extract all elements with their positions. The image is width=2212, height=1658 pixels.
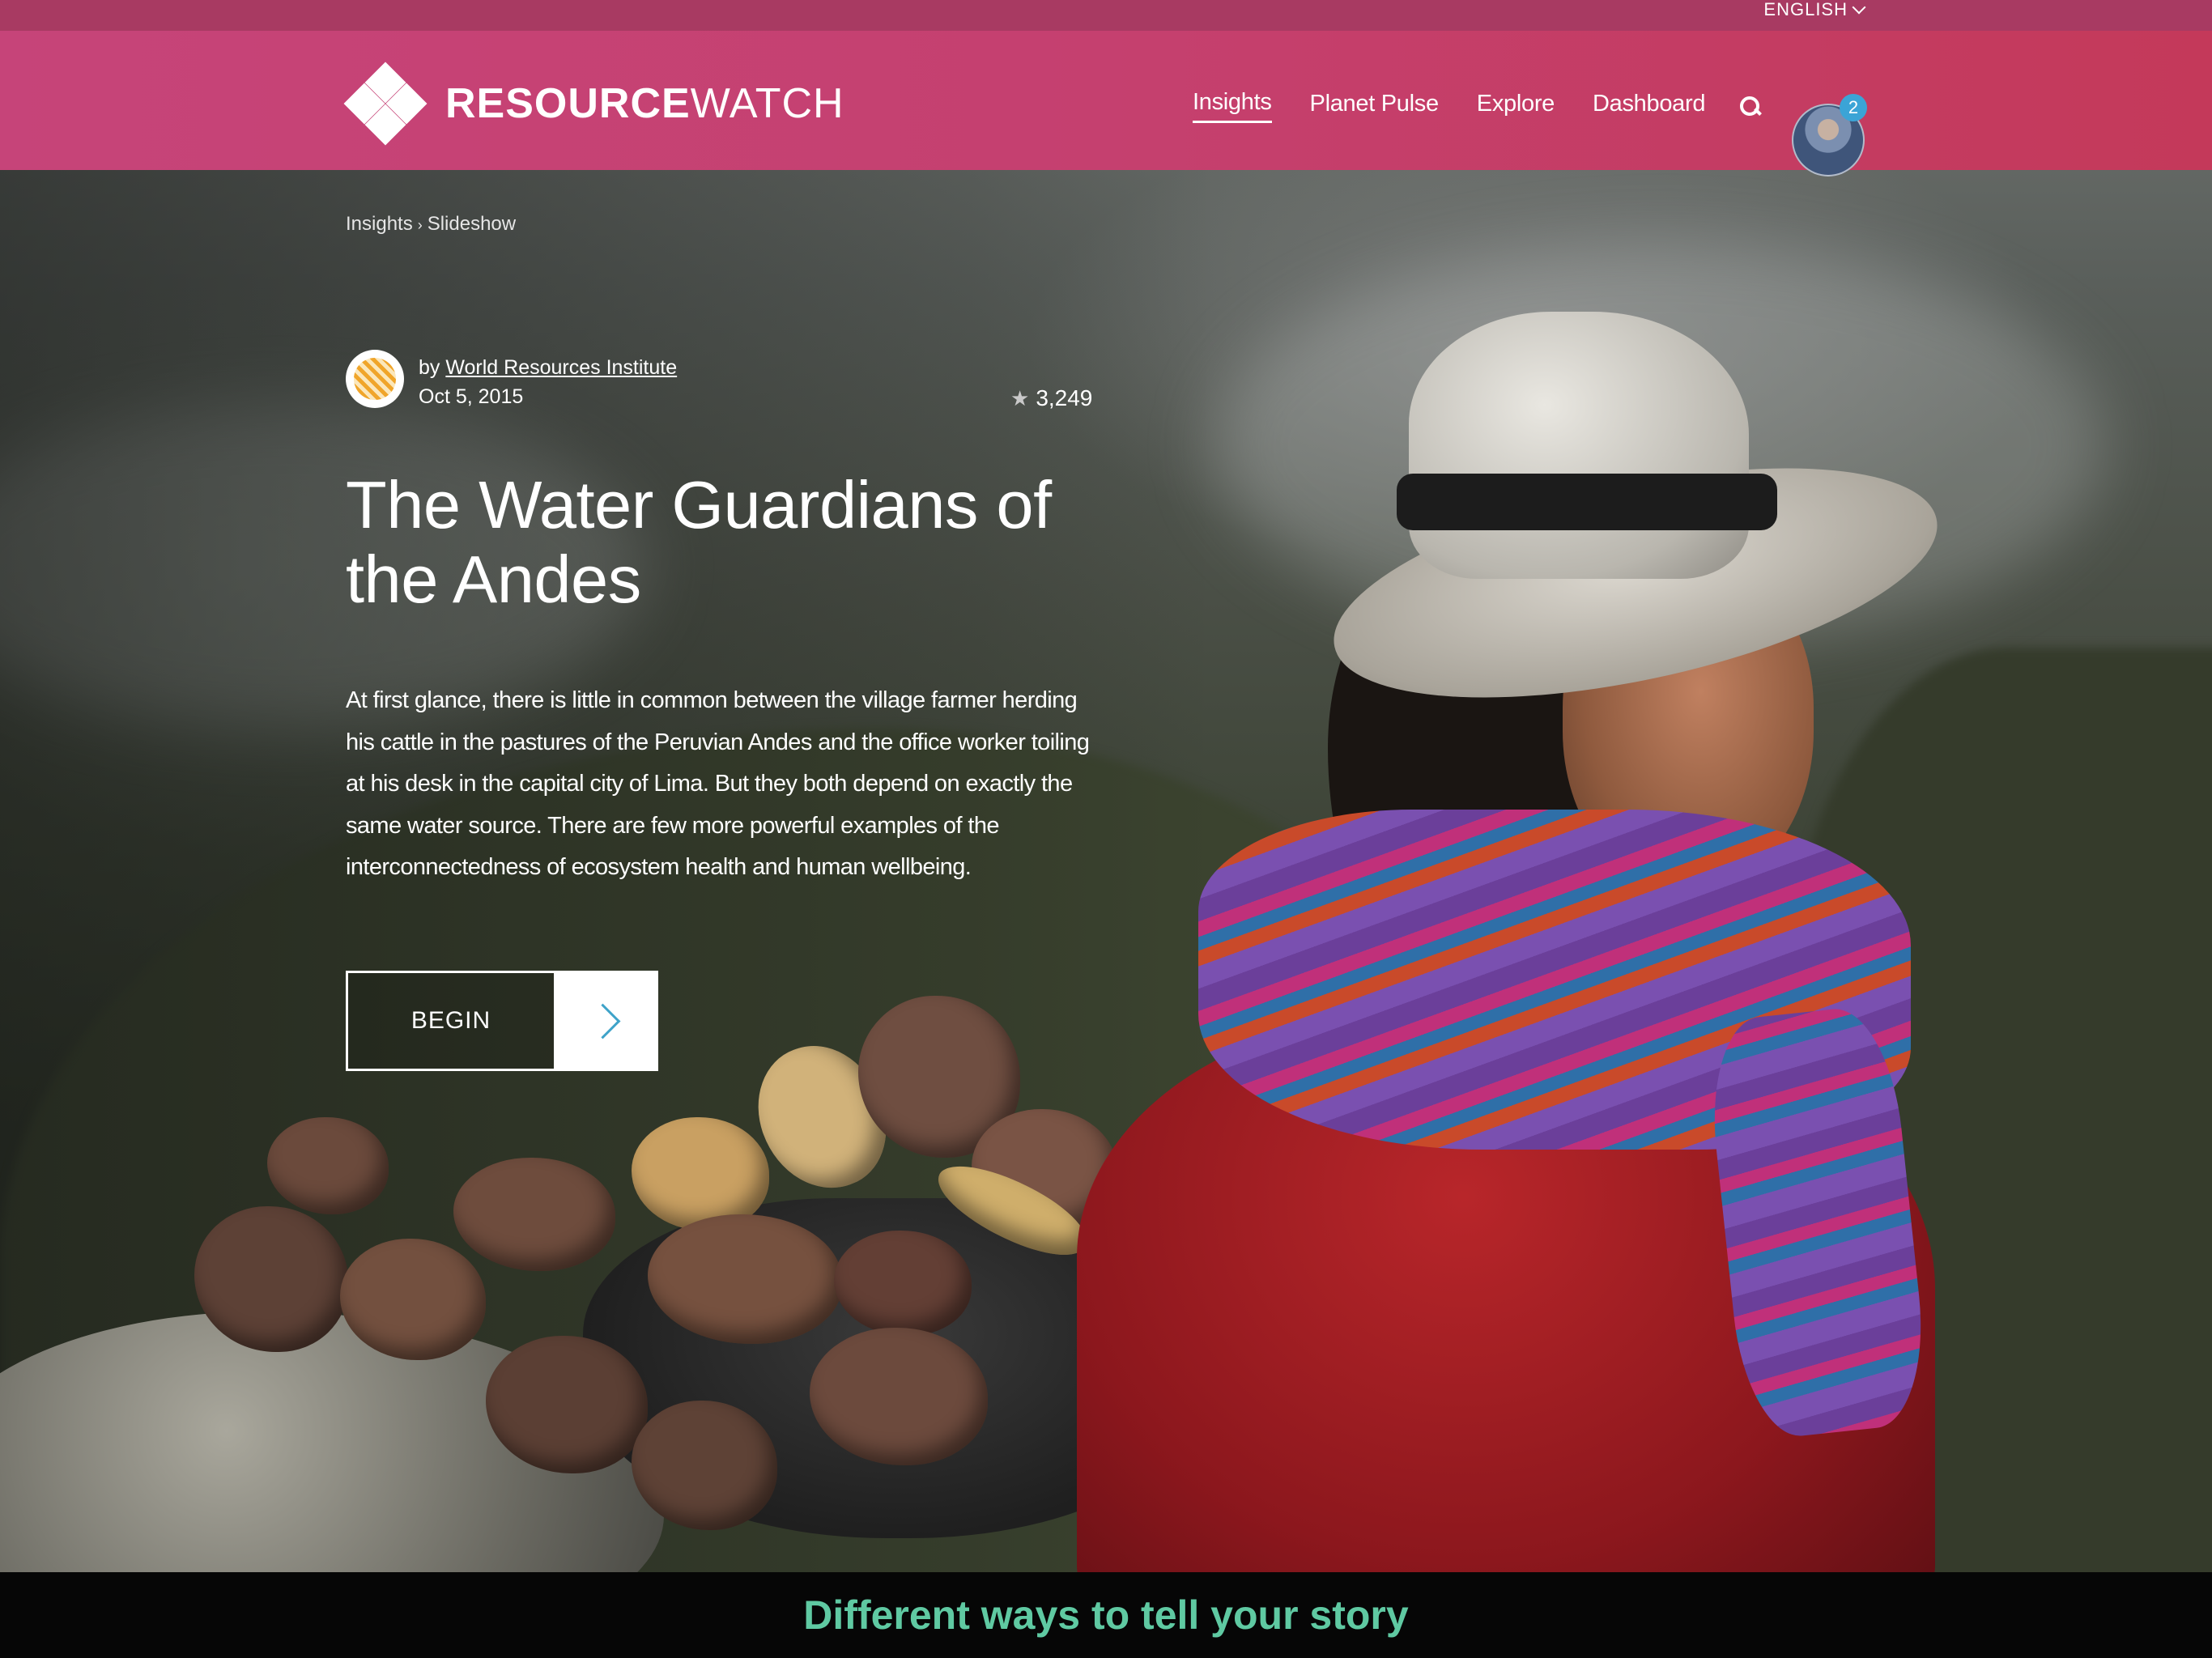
hat-crown (1409, 312, 1749, 579)
caption-text: Different ways to tell your story (803, 1592, 1409, 1638)
main-nav: Insights Planet Pulse Explore Dashboard (1193, 89, 1763, 123)
view-count: ★ 3,249 (1010, 385, 1092, 411)
hat-band (1397, 474, 1777, 530)
logo-wordmark: RESOURCEWATCH (445, 80, 844, 127)
nav-dashboard[interactable]: Dashboard (1593, 91, 1705, 122)
breadcrumb: Insights › Slideshow (346, 213, 516, 236)
language-label: ENGLISH (1763, 0, 1848, 19)
author-link[interactable]: World Resources Institute (445, 356, 677, 379)
begin-arrow (556, 971, 658, 1071)
language-bar: ENGLISH (0, 0, 2212, 31)
nav-explore[interactable]: Explore (1477, 91, 1555, 122)
chevron-down-icon (1852, 0, 1866, 15)
publish-date: Oct 5, 2015 (419, 385, 524, 408)
resourcewatch-logo[interactable]: RESOURCEWATCH (343, 62, 844, 146)
story-description: At first glance, there is little in comm… (346, 687, 1090, 880)
search-icon[interactable] (1738, 95, 1763, 117)
logo-mark-icon (343, 62, 428, 146)
begin-button[interactable]: BEGIN (346, 971, 658, 1071)
breadcrumb-separator: › (417, 217, 423, 233)
view-count-value: 3,249 (1036, 385, 1093, 410)
nav-insights[interactable]: Insights (1193, 89, 1272, 123)
author-logo[interactable] (346, 350, 404, 408)
author-prefix: by (419, 356, 440, 379)
story-title: The Water Guardians of the Andes (346, 467, 1052, 617)
star-icon: ★ (1010, 385, 1030, 410)
breadcrumb-insights[interactable]: Insights (346, 213, 413, 235)
hero-photo (0, 0, 2212, 1572)
author-meta: by World Resources Institute Oct 5, 2015 (419, 353, 677, 411)
header: RESOURCEWATCH Insights Planet Pulse Expl… (0, 31, 2212, 176)
begin-label: BEGIN (346, 971, 556, 1071)
language-select[interactable]: ENGLISH (1763, 0, 1866, 19)
caption-bar: Different ways to tell your story (0, 1572, 2212, 1658)
breadcrumb-current: Slideshow (427, 213, 517, 235)
nav-planet-pulse[interactable]: Planet Pulse (1310, 91, 1440, 122)
notification-badge: 2 (1840, 94, 1867, 121)
chevron-right-icon (585, 1003, 620, 1039)
